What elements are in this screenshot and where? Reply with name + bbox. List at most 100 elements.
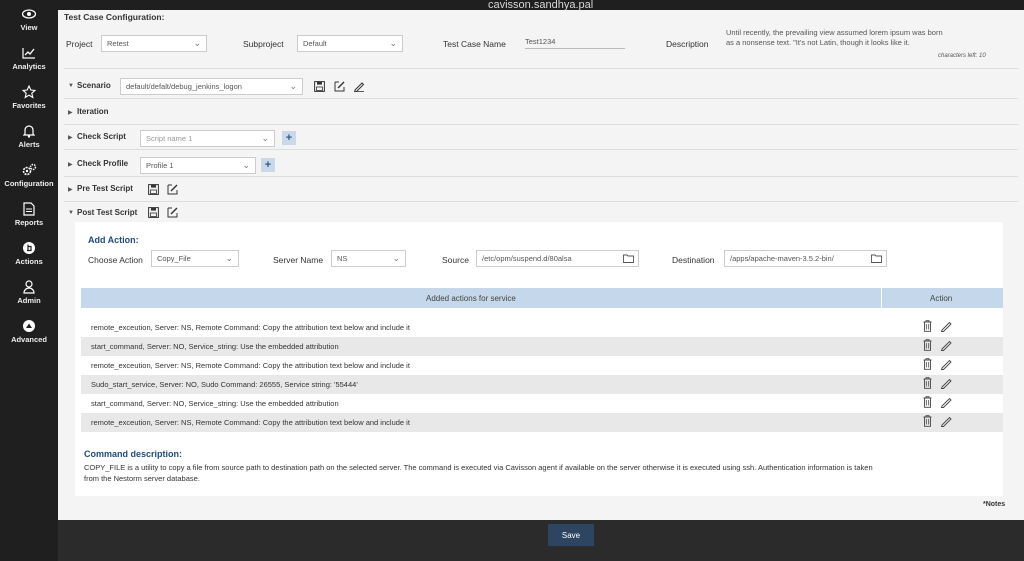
pencil-icon[interactable] bbox=[940, 377, 953, 391]
section-label: Scenario bbox=[77, 81, 111, 90]
edit-icon[interactable] bbox=[166, 183, 179, 196]
scenario-value: default/defalt/debug_jenkins_logon bbox=[126, 82, 242, 91]
top-bar: cavisson.sandhya.pal bbox=[58, 0, 1024, 11]
sidebar-item-admin[interactable]: Admin bbox=[0, 273, 58, 312]
pencil-icon[interactable] bbox=[352, 80, 365, 93]
trash-icon[interactable] bbox=[923, 358, 932, 372]
edit-icon[interactable] bbox=[166, 206, 179, 219]
sidebar-label: Alerts bbox=[18, 140, 40, 149]
choose-action-select[interactable]: Copy_File ⌄ bbox=[151, 250, 239, 267]
scenario-select[interactable]: default/defalt/debug_jenkins_logon ⌄ bbox=[120, 78, 303, 95]
sidebar-item-favorites[interactable]: Favorites bbox=[0, 78, 58, 117]
notes-link[interactable]: *Notes bbox=[983, 501, 1005, 508]
trash-icon[interactable] bbox=[923, 415, 932, 429]
sidebar-label: Advanced bbox=[11, 335, 47, 344]
section-pre-test-script[interactable]: ▶ Pre Test Script bbox=[64, 178, 1018, 202]
edit-icon[interactable] bbox=[333, 80, 346, 93]
add-action-panel: Add Action: Choose Action Copy_File ⌄ Se… bbox=[75, 222, 1003, 496]
trash-icon[interactable] bbox=[923, 339, 932, 353]
sidebar-label: Analytics bbox=[12, 62, 46, 71]
testcase-input[interactable]: Test1234 bbox=[525, 35, 625, 49]
sidebar-item-view[interactable]: View bbox=[0, 0, 58, 39]
table-cell: remote_exceution, Server: NS, Remote Com… bbox=[91, 323, 410, 332]
chevron-down-icon: ⌄ bbox=[389, 38, 397, 48]
section-label: Post Test Script bbox=[77, 208, 138, 217]
testcase-label: Test Case Name bbox=[443, 39, 506, 49]
folder-icon[interactable] bbox=[623, 254, 634, 265]
sidebar-label: Configuration bbox=[4, 179, 54, 188]
section-label: Pre Test Script bbox=[77, 184, 133, 193]
table-cell: Sudo_start_service, Server: NO, Sudo Com… bbox=[91, 380, 358, 389]
bell-icon bbox=[21, 124, 37, 138]
chart-icon bbox=[21, 46, 37, 60]
pencil-icon[interactable] bbox=[940, 339, 953, 353]
table-row: Sudo_start_service, Server: NO, Sudo Com… bbox=[81, 375, 1003, 394]
user-icon bbox=[21, 280, 37, 294]
triangle-right-icon: ▶ bbox=[68, 187, 73, 193]
section-label: Iteration bbox=[77, 107, 109, 116]
destination-input[interactable]: /apps/apache-maven-3.5.2-bin/ bbox=[724, 250, 887, 267]
server-name-select[interactable]: NS ⌄ bbox=[331, 250, 406, 267]
chevron-down-icon: ⌄ bbox=[392, 253, 400, 263]
pencil-icon[interactable] bbox=[940, 396, 953, 410]
check-script-placeholder: Script name 1 bbox=[146, 134, 193, 143]
save-icon[interactable] bbox=[313, 80, 326, 93]
description-line: as a nonsense text. "It's not Latin, tho… bbox=[726, 38, 910, 47]
sidebar-item-configuration[interactable]: Configuration bbox=[0, 156, 58, 195]
table-cell: remote_exceution, Server: NS, Remote Com… bbox=[91, 361, 410, 370]
check-profile-select[interactable]: Profile 1 ⌄ bbox=[140, 157, 256, 174]
add-check-script-button[interactable]: + bbox=[282, 131, 296, 145]
sidebar-item-actions[interactable]: Actions bbox=[0, 234, 58, 273]
sidebar-item-alerts[interactable]: Alerts bbox=[0, 117, 58, 156]
table-cell: start_command, Server: NO, Service_strin… bbox=[91, 399, 339, 408]
trash-icon[interactable] bbox=[923, 396, 932, 410]
chevron-down-icon: ⌄ bbox=[261, 133, 269, 143]
sidebar-item-reports[interactable]: Reports bbox=[0, 195, 58, 234]
subproject-select[interactable]: Default ⌄ bbox=[297, 35, 403, 52]
destination-value: /apps/apache-maven-3.5.2-bin/ bbox=[730, 254, 834, 263]
table-row: start_command, Server: NO, Service_strin… bbox=[81, 337, 1003, 356]
pencil-icon[interactable] bbox=[940, 320, 953, 334]
save-button[interactable]: Save bbox=[548, 524, 594, 546]
description-input[interactable]: Until recently, the prevailing view assu… bbox=[726, 28, 1018, 48]
check-profile-value: Profile 1 bbox=[146, 161, 174, 170]
source-input[interactable]: /etc/opm/suspend.d/80alsa bbox=[476, 250, 639, 267]
source-label: Source bbox=[442, 255, 469, 265]
command-description-title: Command description: bbox=[84, 449, 183, 459]
pencil-icon[interactable] bbox=[940, 415, 953, 429]
triangle-right-icon: ▶ bbox=[68, 162, 73, 168]
footer: Save bbox=[58, 520, 1024, 561]
sidebar-label: Actions bbox=[15, 257, 43, 266]
table-row: remote_exceution, Server: NS, Remote Com… bbox=[81, 413, 1003, 432]
destination-label: Destination bbox=[672, 255, 715, 265]
add-check-profile-button[interactable]: + bbox=[261, 158, 275, 172]
gears-icon bbox=[21, 163, 37, 177]
sidebar-item-advanced[interactable]: Advanced bbox=[0, 312, 58, 351]
table-cell: remote_exceution, Server: NS, Remote Com… bbox=[91, 418, 410, 427]
choose-action-label: Choose Action bbox=[88, 255, 143, 265]
sidebar-item-analytics[interactable]: Analytics bbox=[0, 39, 58, 78]
triangle-right-icon: ▶ bbox=[68, 110, 73, 116]
chevron-down-icon: ⌄ bbox=[289, 81, 297, 91]
save-icon[interactable] bbox=[147, 183, 160, 196]
subproject-value: Default bbox=[303, 39, 327, 48]
save-icon[interactable] bbox=[147, 206, 160, 219]
divider bbox=[881, 288, 882, 308]
pencil-icon[interactable] bbox=[940, 358, 953, 372]
project-select[interactable]: Retest ⌄ bbox=[101, 35, 207, 52]
section-label: Check Script bbox=[77, 132, 126, 141]
command-description-line: from the Nestorm server database. bbox=[84, 474, 200, 483]
star-icon bbox=[21, 85, 37, 99]
eye-icon bbox=[21, 7, 37, 21]
page-title: Test Case Configuration: bbox=[64, 12, 165, 22]
check-script-select[interactable]: Script name 1 ⌄ bbox=[140, 130, 275, 147]
divider bbox=[64, 68, 1018, 69]
trash-icon[interactable] bbox=[923, 377, 932, 391]
trash-icon[interactable] bbox=[923, 320, 932, 334]
folder-icon[interactable] bbox=[871, 254, 882, 265]
triangle-down-icon: ▼ bbox=[68, 83, 74, 89]
table-header: Added actions for service Action bbox=[81, 288, 1003, 308]
section-label: Check Profile bbox=[77, 159, 129, 168]
section-iteration[interactable]: ▶ Iteration bbox=[64, 101, 1018, 125]
main-content: Test Case Configuration: Project Retest … bbox=[58, 10, 1024, 520]
